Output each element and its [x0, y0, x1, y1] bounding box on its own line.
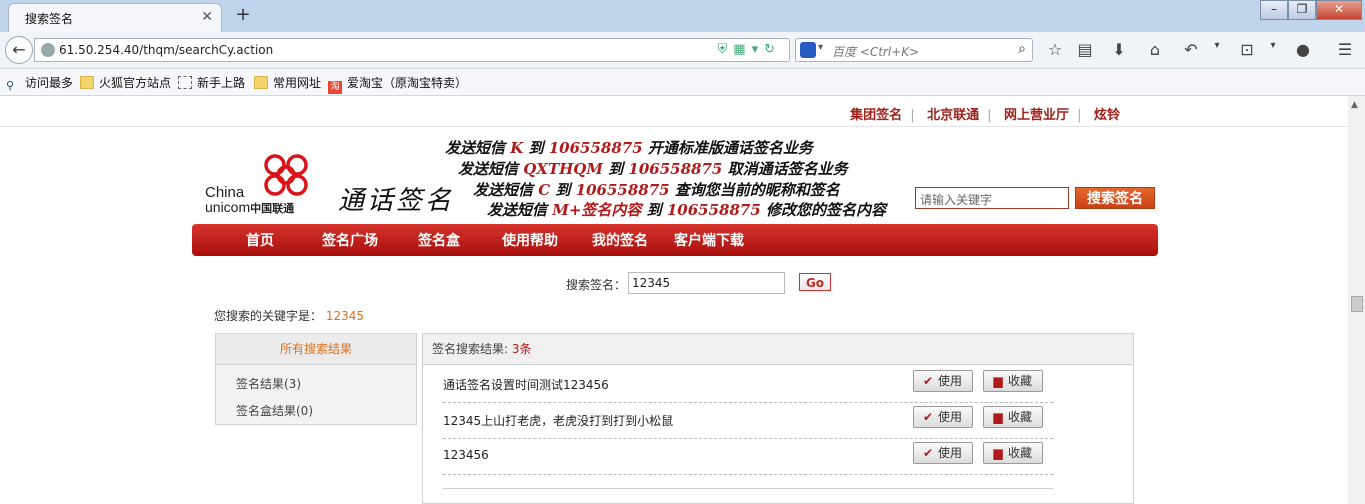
menu-icon[interactable]: ☰	[1334, 40, 1356, 59]
nav-signature-square[interactable]: 签名广场	[322, 230, 378, 250]
filter-signature-box-results[interactable]: 签名盒结果(0)	[236, 402, 313, 419]
check-icon: ✔	[922, 374, 934, 388]
new-tab-button[interactable]: +	[232, 4, 254, 26]
result-text: 12345上山打老虎，老虎没打到打到小松鼠	[443, 414, 674, 428]
top-link-beijing-unicom[interactable]: 北京联通	[927, 108, 979, 123]
reading-list-icon[interactable]: ▤	[1074, 40, 1096, 59]
home-icon[interactable]: ⌂	[1144, 40, 1166, 59]
list-item: 123456 ✔ 使用 ▆ 收藏	[443, 438, 1053, 475]
divider	[0, 126, 1348, 127]
bookmark-common-sites[interactable]: 常用网址	[254, 74, 321, 91]
main-nav: 首页 签名广场 签名盒 使用帮助 我的签名 客户端下载	[192, 224, 1158, 256]
search-label: 搜索签名：	[566, 278, 627, 292]
nav-client-download[interactable]: 客户端下载	[674, 230, 744, 250]
list-item: 通话签名设置时间测试123456 ✔ 使用 ▆ 收藏	[443, 366, 1053, 403]
browser-tab-bar: 搜索签名 ✕ + – ❐ ✕	[0, 0, 1365, 32]
search-placeholder: 百度 <Ctrl+K>	[832, 45, 920, 59]
result-filter-panel: 所有搜索结果 签名结果(3) 签名盒结果(0)	[215, 333, 417, 425]
sms-line: 发送短信 K 到 106558875 开通标准版通话签名业务	[445, 139, 813, 157]
url-text: 61.50.254.40/thqm/searchCy.action	[59, 43, 274, 57]
favorite-button[interactable]: ▆ 收藏	[983, 406, 1043, 428]
bookmark-aitaobao[interactable]: 淘爱淘宝（原淘宝特卖）	[328, 74, 467, 94]
url-bar[interactable]: 61.50.254.40/thqm/searchCy.action ⛨▦▾↻	[34, 38, 790, 62]
filter-signature-results[interactable]: 签名结果(3)	[236, 375, 301, 392]
use-button[interactable]: ✔ 使用	[913, 442, 973, 464]
vertical-scrollbar[interactable]: ▲	[1347, 96, 1365, 504]
use-button[interactable]: ✔ 使用	[913, 406, 973, 428]
list-item: 12345上山打老虎，老虎没打到打到小松鼠 ✔ 使用 ▆ 收藏	[443, 402, 1053, 439]
top-link-online-hall[interactable]: 网上营业厅	[1004, 108, 1069, 123]
bookmark-icon: ⚲	[6, 79, 15, 92]
crop-dropdown-icon[interactable]: ▾	[1262, 40, 1284, 51]
use-button[interactable]: ✔ 使用	[913, 370, 973, 392]
crop-icon[interactable]: ⊡	[1236, 40, 1258, 59]
folder-icon	[254, 76, 268, 89]
tab-close-icon[interactable]: ✕	[201, 9, 213, 25]
keyword-line: 您搜索的关键字是： 12345	[214, 309, 365, 323]
url-action-icons[interactable]: ⛨▦▾↻	[718, 42, 781, 57]
calligraphy-title: 通话签名	[338, 186, 455, 216]
header-search-input[interactable]: 请输入关键字	[915, 187, 1069, 209]
taobao-icon: 淘	[328, 81, 342, 94]
engine-dropdown-icon[interactable]: ▾	[818, 42, 823, 53]
nav-home[interactable]: 首页	[246, 230, 274, 250]
result-text: 123456	[443, 448, 489, 462]
sms-line: 发送短信 QXTHQM 到 106558875 取消通话签名业务	[458, 160, 848, 178]
printer-icon: ▆	[993, 374, 1003, 388]
results-panel: 签名搜索结果: 3条 通话签名设置时间测试123456 ✔ 使用 ▆ 收藏 1234…	[422, 333, 1134, 504]
china-unicom-logo[interactable]: China unicom中国联通	[205, 151, 325, 216]
minimize-button[interactable]: –	[1260, 0, 1288, 20]
page-icon	[178, 76, 192, 89]
keyword-value: 12345	[325, 309, 365, 323]
sms-line: 发送短信 M+签名内容 到 106558875 修改您的签名内容	[487, 201, 887, 219]
search-icon[interactable]: ⌕	[1018, 41, 1026, 57]
bookmarks-bar: ⚲ 访问最多 火狐官方站点 新手上路 常用网址 淘爱淘宝（原淘宝特卖）	[0, 69, 1365, 96]
all-results-header[interactable]: 所有搜索结果	[216, 334, 416, 365]
download-icon[interactable]: ⬇	[1108, 40, 1130, 59]
browser-tab[interactable]: 搜索签名 ✕	[8, 3, 222, 32]
back-icon[interactable]: ←	[5, 36, 33, 64]
header-search-button[interactable]: 搜索签名	[1075, 187, 1155, 209]
close-window-button[interactable]: ✕	[1316, 0, 1362, 20]
divider	[443, 488, 1053, 489]
browser-search-box[interactable]: 🐾 ▾ 百度 <Ctrl+K> ⌕	[795, 38, 1033, 62]
undo-icon[interactable]: ↶	[1180, 40, 1202, 59]
scroll-up-icon[interactable]: ▲	[1351, 100, 1358, 110]
chat-icon[interactable]: ●	[1292, 40, 1314, 59]
star-icon[interactable]: ☆	[1044, 40, 1066, 59]
top-links: 集团签名 | 北京联通 | 网上营业厅 | 炫铃	[850, 108, 1120, 123]
printer-icon: ▆	[993, 410, 1003, 424]
bookmark-most-visited[interactable]: ⚲ 访问最多	[6, 74, 73, 92]
browser-nav-bar: ← 61.50.254.40/thqm/searchCy.action ⛨▦▾↻…	[0, 32, 1365, 69]
scroll-thumb[interactable]	[1351, 296, 1363, 312]
sms-line: 发送短信 C 到 106558875 查询您当前的昵称和签名	[473, 181, 840, 199]
tab-title: 搜索签名	[25, 12, 74, 26]
nav-signature-box[interactable]: 签名盒	[418, 230, 460, 250]
nav-my-signature[interactable]: 我的签名	[592, 230, 648, 250]
result-text: 通话签名设置时间测试123456	[443, 378, 609, 392]
maximize-button[interactable]: ❐	[1288, 0, 1316, 20]
nav-help[interactable]: 使用帮助	[502, 230, 558, 250]
results-header: 签名搜索结果: 3条	[423, 334, 1133, 365]
globe-icon	[41, 43, 55, 57]
undo-dropdown-icon[interactable]: ▾	[1206, 40, 1228, 51]
results-count: 3条	[511, 342, 532, 356]
favorite-button[interactable]: ▆ 收藏	[983, 442, 1043, 464]
top-link-ringtone[interactable]: 炫铃	[1094, 108, 1120, 123]
folder-icon	[80, 76, 94, 89]
top-link-group-signature[interactable]: 集团签名	[850, 108, 902, 123]
check-icon: ✔	[922, 446, 934, 460]
baidu-icon[interactable]: 🐾	[800, 42, 816, 58]
unicom-knot-icon	[264, 154, 308, 196]
check-icon: ✔	[922, 410, 934, 424]
bookmark-getting-started[interactable]: 新手上路	[178, 74, 245, 91]
logo-text-unicom: unicom中国联通	[205, 199, 295, 215]
search-input[interactable]: 12345	[628, 272, 785, 294]
go-button[interactable]: Go	[799, 273, 831, 291]
web-page: 集团签名 | 北京联通 | 网上营业厅 | 炫铃 China unicom中国联通 通…	[0, 96, 1348, 504]
printer-icon: ▆	[993, 446, 1003, 460]
bookmark-firefox-official[interactable]: 火狐官方站点	[80, 74, 171, 91]
favorite-button[interactable]: ▆ 收藏	[983, 370, 1043, 392]
